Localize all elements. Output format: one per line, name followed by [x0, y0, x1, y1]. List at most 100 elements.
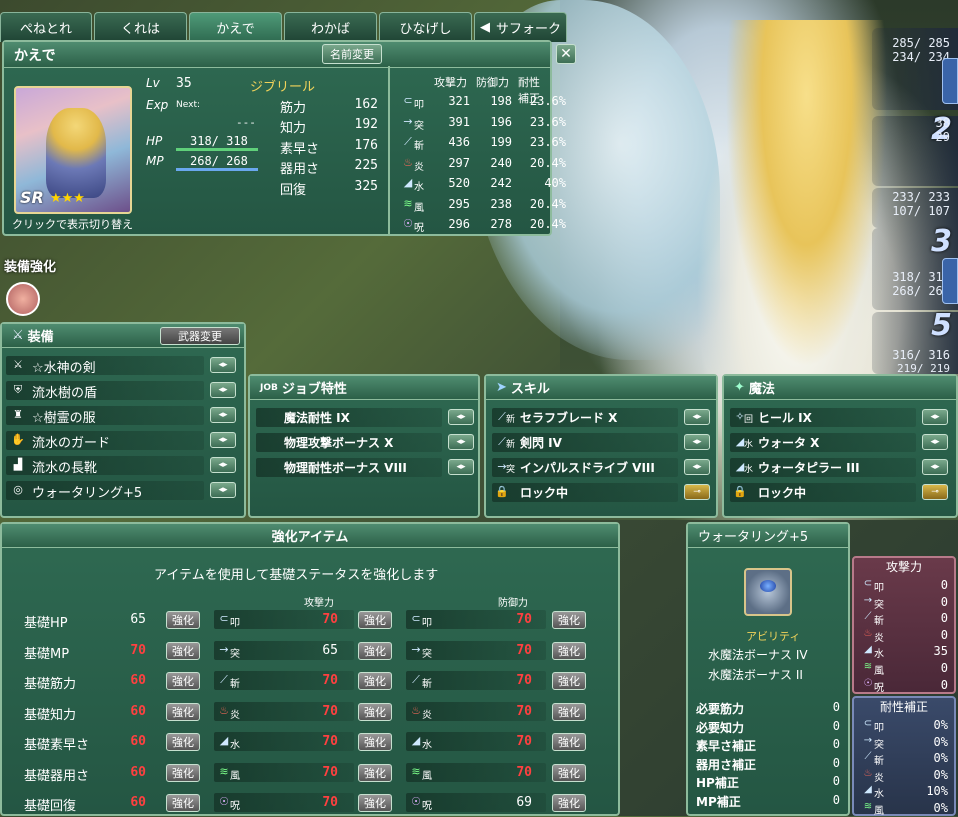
- equip-item-name[interactable]: 流水のガード: [32, 432, 110, 451]
- resist-bonus-panel: 耐性補正 ⊂ 叩 0% → 突 0% ⟋ 斬 0% ♨ 炎 0% ◢ 水 10% ≋ 風 0%: [852, 696, 956, 817]
- job-tag: JOB: [260, 382, 278, 393]
- close-button[interactable]: ✕: [556, 44, 576, 64]
- magic-info-button[interactable]: ◂▸: [922, 459, 948, 475]
- equip-item-name[interactable]: 流水の長靴: [32, 457, 97, 476]
- party-member-3[interactable]: 233/ 233 107/ 107: [872, 188, 958, 228]
- enhance-atk-button[interactable]: 強化: [358, 794, 392, 812]
- equip-item-name[interactable]: ウォータリング+5: [32, 482, 142, 501]
- party-member-5[interactable]: 5 316/ 316 219/ 219: [872, 308, 958, 375]
- enhance-base-button[interactable]: 強化: [166, 763, 200, 782]
- enhance-atk-button[interactable]: 強化: [358, 733, 392, 751]
- enhance-base-button[interactable]: 強化: [166, 794, 200, 812]
- job-trait-info-button[interactable]: ◂▸: [448, 409, 474, 425]
- skills-info-button[interactable]: ◂▸: [684, 459, 710, 475]
- accessory-detail-panel: ウォータリング+5 アビリティ 水魔法ボーナス IV 水魔法ボーナス II 必要…: [686, 522, 850, 816]
- skills-info-button[interactable]: ◂▸: [684, 409, 710, 425]
- tab-character-5[interactable]: ひなげし: [379, 12, 472, 42]
- element-label: 水: [422, 740, 432, 751]
- resist-value: 20.4%: [529, 196, 566, 211]
- skills-name[interactable]: 剣閃 IV: [520, 434, 562, 451]
- base-stat-value: 60: [130, 673, 146, 688]
- tab-character-6[interactable]: ◀ サフォーク: [474, 12, 567, 42]
- equip-enhance-label[interactable]: 装備強化: [4, 256, 56, 275]
- ring-icon[interactable]: [744, 568, 792, 616]
- requirement-label: 素早さ補正: [696, 739, 757, 753]
- element-label: 風: [874, 806, 884, 817]
- enhance-base-button[interactable]: 強化: [166, 733, 200, 751]
- enhance-def-button[interactable]: 強化: [552, 763, 586, 782]
- change-weapon-button[interactable]: 武器変更: [160, 327, 240, 345]
- skills-info-button[interactable]: ◂▸: [684, 434, 710, 450]
- enhance-def-button[interactable]: 強化: [552, 641, 586, 660]
- equip-change-button[interactable]: ◂▸: [210, 407, 236, 423]
- element-label: 呪: [230, 801, 240, 812]
- enhance-def-button[interactable]: 強化: [552, 702, 586, 721]
- enhance-atk-button[interactable]: 強化: [358, 641, 392, 660]
- mini-avatar[interactable]: [6, 282, 40, 316]
- enhance-def-button[interactable]: 強化: [552, 733, 586, 751]
- skills-name[interactable]: ロック中: [520, 484, 568, 501]
- party-member-1[interactable]: 285/ 285 234/ 234: [872, 28, 958, 110]
- tab-character-6-label: サフォーク: [495, 22, 561, 37]
- enhance-items-panel: 強化アイテム アイテムを使用して基礎ステータスを強化します 攻撃力 防御力 基礎…: [0, 522, 620, 816]
- party-member-4[interactable]: 3 318/ 318 268/ 268: [872, 224, 958, 310]
- magic-info-button[interactable]: ◂▸: [922, 434, 948, 450]
- enhance-atk-button[interactable]: 強化: [358, 702, 392, 721]
- magic-name[interactable]: ロック中: [758, 484, 806, 501]
- enhance-base-button[interactable]: 強化: [166, 702, 200, 721]
- element-label: 炎: [874, 632, 884, 644]
- enhance-def-button[interactable]: 強化: [552, 794, 586, 812]
- tab-character-4[interactable]: わかば: [284, 12, 377, 42]
- magic-name[interactable]: ヒール IX: [758, 409, 812, 426]
- next-label: Next:: [176, 100, 200, 110]
- party-scroll-handle[interactable]: [942, 258, 958, 304]
- rarity-stars: ★★★: [50, 191, 85, 206]
- equip-change-button[interactable]: ◂▸: [210, 357, 236, 373]
- skills-name[interactable]: セラフブレード X: [520, 409, 617, 426]
- job-trait-info-button[interactable]: ◂▸: [448, 459, 474, 475]
- equip-item-name[interactable]: ☆水神の剣: [32, 357, 96, 376]
- enhance-atk-button[interactable]: 強化: [358, 763, 392, 782]
- equip-change-button[interactable]: ◂▸: [210, 432, 236, 448]
- bonus-value: 0: [940, 594, 948, 609]
- equip-item-name[interactable]: 流水樹の盾: [32, 382, 97, 401]
- character-portrait[interactable]: SR ★★★: [14, 86, 132, 214]
- tab-character-3[interactable]: かえで: [189, 12, 282, 42]
- tab-character-2[interactable]: くれは: [94, 12, 187, 42]
- resist-bonus-title: 耐性補正: [879, 700, 928, 714]
- attack-value: 297: [448, 155, 470, 170]
- magic-name[interactable]: ウォータ X: [758, 434, 819, 451]
- equip-item-name[interactable]: ☆樹霊の服: [32, 407, 96, 426]
- skills-unlock-button[interactable]: ⊸: [684, 484, 710, 500]
- tab-character-1[interactable]: ぺねとれ: [0, 12, 92, 42]
- job-trait-info-button[interactable]: ◂▸: [448, 434, 474, 450]
- magic-name[interactable]: ウォータピラー III: [758, 459, 860, 476]
- skills-name[interactable]: インパルスドライブ VIII: [520, 459, 655, 476]
- bonus-value: 10%: [926, 784, 948, 799]
- enhance-atk-button[interactable]: 強化: [358, 672, 392, 690]
- requirement-value: 0: [832, 774, 840, 788]
- enhance-base-button[interactable]: 強化: [166, 611, 200, 629]
- enhance-def-value: 69: [516, 795, 532, 810]
- magic-unlock-button[interactable]: ⊸: [922, 484, 948, 500]
- enhance-def-button[interactable]: 強化: [552, 672, 586, 690]
- enhance-atk-button[interactable]: 強化: [358, 611, 392, 629]
- rename-button[interactable]: 名前変更: [322, 44, 382, 64]
- skills-header: ➤ スキル: [486, 376, 716, 400]
- element-label: 斬: [230, 679, 240, 690]
- bonus-value: 0%: [933, 751, 948, 766]
- equip-change-button[interactable]: ◂▸: [210, 382, 236, 398]
- magic-info-button[interactable]: ◂▸: [922, 409, 948, 425]
- element-label: 突: [422, 648, 432, 660]
- enhance-base-button[interactable]: 強化: [166, 672, 200, 690]
- equip-change-button[interactable]: ◂▸: [210, 457, 236, 473]
- base-stat-label: 基礎MP: [24, 646, 70, 662]
- enhance-base-button[interactable]: 強化: [166, 641, 200, 660]
- bonus-value: 0: [940, 677, 948, 692]
- shield-icon: ⛨: [13, 383, 23, 396]
- enhance-def-button[interactable]: 強化: [552, 611, 586, 629]
- party-member-2[interactable]: 2 38 29: [872, 112, 958, 186]
- party-scroll-handle[interactable]: [942, 58, 958, 104]
- equip-change-button[interactable]: ◂▸: [210, 482, 236, 498]
- bonus-value: 0%: [933, 767, 948, 782]
